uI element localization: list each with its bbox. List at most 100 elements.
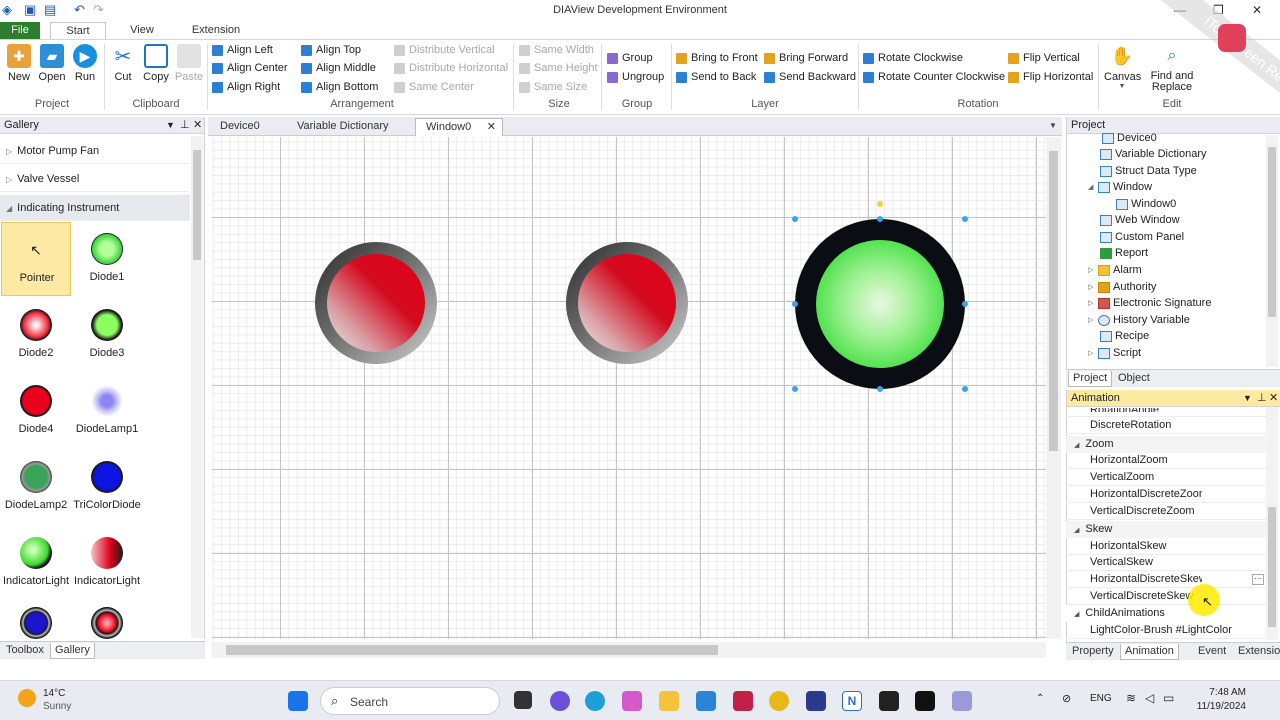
gallery-category-valve-vessel[interactable]: ▷ Valve Vessel	[0, 166, 190, 192]
gallery-item-diode1[interactable]: Diode1	[72, 222, 142, 296]
cut-button[interactable]: ✂ Cut	[106, 44, 140, 84]
selection-handle[interactable]	[962, 216, 968, 222]
property-row-horizontal-discrete-skew[interactable]: HorizontalDiscreteSkew ···	[1066, 571, 1266, 588]
property-row-vertical-zoom[interactable]: VerticalZoom	[1066, 469, 1266, 486]
property-row-horizontal-skew[interactable]: HorizontalSkew	[1066, 538, 1266, 555]
align-right-button[interactable]: Align Right	[212, 81, 280, 93]
run-button[interactable]: ▶ Run	[68, 44, 102, 83]
tree-item-variable-dictionary[interactable]: Variable Dictionary	[1100, 148, 1207, 160]
tree-item-authority[interactable]: ▷ Authority	[1088, 281, 1156, 293]
tab-extension-panel[interactable]: Extension	[1234, 644, 1280, 660]
copilot-icon[interactable]	[622, 691, 642, 711]
tab-event[interactable]: Event	[1194, 644, 1230, 660]
property-row-vertical-discrete-skew[interactable]: VerticalDiscreteSkew	[1066, 588, 1266, 605]
close-panel-icon[interactable]: ✕	[193, 117, 202, 133]
close-panel-icon[interactable]: ✕	[1269, 390, 1278, 406]
tab-property[interactable]: Property	[1068, 644, 1118, 660]
align-top-button[interactable]: Align Top	[301, 44, 361, 56]
gallery-category-motor-pump-fan[interactable]: ▷ Motor Pump Fan	[0, 138, 190, 164]
tree-item-report[interactable]: Report	[1100, 247, 1148, 259]
property-category-child-animations[interactable]: ◢ ChildAnimations	[1066, 605, 1266, 622]
red-indicator-light-1[interactable]	[315, 242, 437, 364]
gallery-item-indicatorlight[interactable]: IndicatorLight	[1, 526, 71, 600]
tree-item-electronic-signature[interactable]: ▷ Electronic Signature	[1088, 297, 1211, 309]
tab-view[interactable]: View	[122, 22, 162, 39]
bring-forward-button[interactable]: Bring Forward	[764, 52, 848, 64]
scroll-thumb[interactable]	[193, 150, 201, 260]
paste-button[interactable]: Paste	[172, 44, 206, 83]
selection-handle[interactable]	[877, 386, 883, 392]
show-hidden-icons[interactable]: ⌃	[1036, 693, 1044, 704]
tab-animation[interactable]: Animation	[1120, 644, 1179, 660]
rotate-counter-clockwise-button[interactable]: Rotate Counter Clockwise	[863, 71, 1005, 83]
scroll-thumb[interactable]	[1268, 147, 1276, 317]
tab-extension[interactable]: Extension	[186, 22, 246, 39]
canvas-button[interactable]: ✋ Canvas ▼	[1104, 44, 1141, 91]
gallery-scrollbar[interactable]	[191, 136, 203, 638]
pin-icon[interactable]: ⊥	[180, 117, 190, 133]
open-button[interactable]: ▰ Open	[35, 44, 69, 83]
language-indicator[interactable]: ENG	[1090, 693, 1112, 704]
align-left-button[interactable]: Align Left	[212, 44, 273, 56]
tab-list-dropdown-icon[interactable]: ▼	[1049, 121, 1057, 130]
wifi-icon[interactable]: ≋	[1126, 691, 1136, 705]
new-button[interactable]: ✚ New	[2, 44, 36, 83]
property-row-horizontal-zoom[interactable]: HorizontalZoom	[1066, 452, 1266, 469]
distribute-horizontal-button[interactable]: Distribute Horizontal	[394, 62, 508, 74]
selection-handle[interactable]	[792, 301, 798, 307]
gallery-item-pointer[interactable]: ↖ Pointer	[1, 222, 71, 296]
tab-toolbox[interactable]: Toolbox	[2, 643, 48, 659]
tree-item-web-window[interactable]: Web Window	[1100, 214, 1180, 226]
rotate-clockwise-button[interactable]: Rotate Clockwise	[863, 52, 963, 64]
task-view-icon[interactable]	[514, 691, 532, 709]
ellipsis-button[interactable]: ···	[1252, 574, 1264, 585]
diaview-app-icon[interactable]	[952, 691, 972, 711]
animation-scrollbar[interactable]	[1266, 407, 1278, 640]
tab-file[interactable]: File	[0, 22, 40, 39]
property-row-light-color-brush[interactable]: LightColor-Brush #LightColor	[1066, 622, 1266, 639]
project-scrollbar[interactable]	[1266, 135, 1278, 367]
gallery-item-ring-blue[interactable]	[1, 602, 71, 639]
selection-handle[interactable]	[962, 301, 968, 307]
tab-variable-dictionary[interactable]: Variable Dictionary	[287, 118, 399, 136]
recorder-app-icon[interactable]	[733, 691, 753, 711]
pin-icon[interactable]: ⊥	[1257, 390, 1267, 406]
flip-horizontal-button[interactable]: Flip Horizontal	[1008, 71, 1093, 83]
dropdown-icon[interactable]: ▼	[166, 117, 175, 133]
file-explorer-icon[interactable]	[659, 691, 679, 711]
flip-vertical-button[interactable]: Flip Vertical	[1008, 52, 1080, 64]
tree-item-history-variable[interactable]: ▷ History Variable	[1088, 314, 1190, 326]
group-button[interactable]: Group	[607, 52, 653, 64]
n-app-icon[interactable]: N	[842, 691, 862, 711]
align-center-button[interactable]: Align Center	[212, 62, 288, 74]
scroll-thumb[interactable]	[1049, 151, 1058, 451]
weather-desc[interactable]: Sunny	[43, 701, 71, 712]
bring-to-front-button[interactable]: Bring to Front	[676, 52, 758, 64]
selection-handle[interactable]	[792, 216, 798, 222]
tree-item-custom-panel[interactable]: Custom Panel	[1100, 231, 1184, 243]
gallery-item-diode4[interactable]: Diode4	[1, 374, 71, 448]
taskbar-search[interactable]: ⌕ Search	[320, 687, 500, 715]
design-canvas[interactable]	[212, 137, 1046, 639]
gallery-category-indicating-instrument[interactable]: ◢ Indicating Instrument	[0, 195, 190, 221]
tree-item-device0[interactable]: Device0	[1102, 132, 1157, 144]
tab-gallery[interactable]: Gallery	[50, 643, 95, 659]
battery-icon[interactable]: ▭	[1163, 691, 1174, 705]
tab-start[interactable]: Start	[50, 22, 106, 39]
tree-item-alarm[interactable]: ▷ Alarm	[1088, 264, 1142, 276]
tree-item-window[interactable]: ◢ Window	[1088, 181, 1152, 193]
selection-handle[interactable]	[962, 386, 968, 392]
edge-icon[interactable]	[585, 691, 605, 711]
ungroup-button[interactable]: Ungroup	[607, 71, 664, 83]
store-icon[interactable]	[696, 691, 716, 711]
tab-object[interactable]: Object	[1114, 371, 1154, 387]
clock-date[interactable]: 11/19/2024	[1186, 701, 1246, 712]
canvas-vertical-scrollbar[interactable]	[1046, 137, 1061, 639]
property-category-skew[interactable]: ◢ Skew	[1066, 521, 1266, 538]
align-bottom-button[interactable]: Align Bottom	[301, 81, 378, 93]
close-tab-icon[interactable]: ✕	[487, 119, 496, 136]
gallery-item-diode3[interactable]: Diode3	[72, 298, 142, 372]
gallery-item-ring-red[interactable]	[72, 602, 142, 639]
tab-project[interactable]: Project	[1068, 371, 1113, 387]
chrome-icon[interactable]	[769, 691, 789, 711]
